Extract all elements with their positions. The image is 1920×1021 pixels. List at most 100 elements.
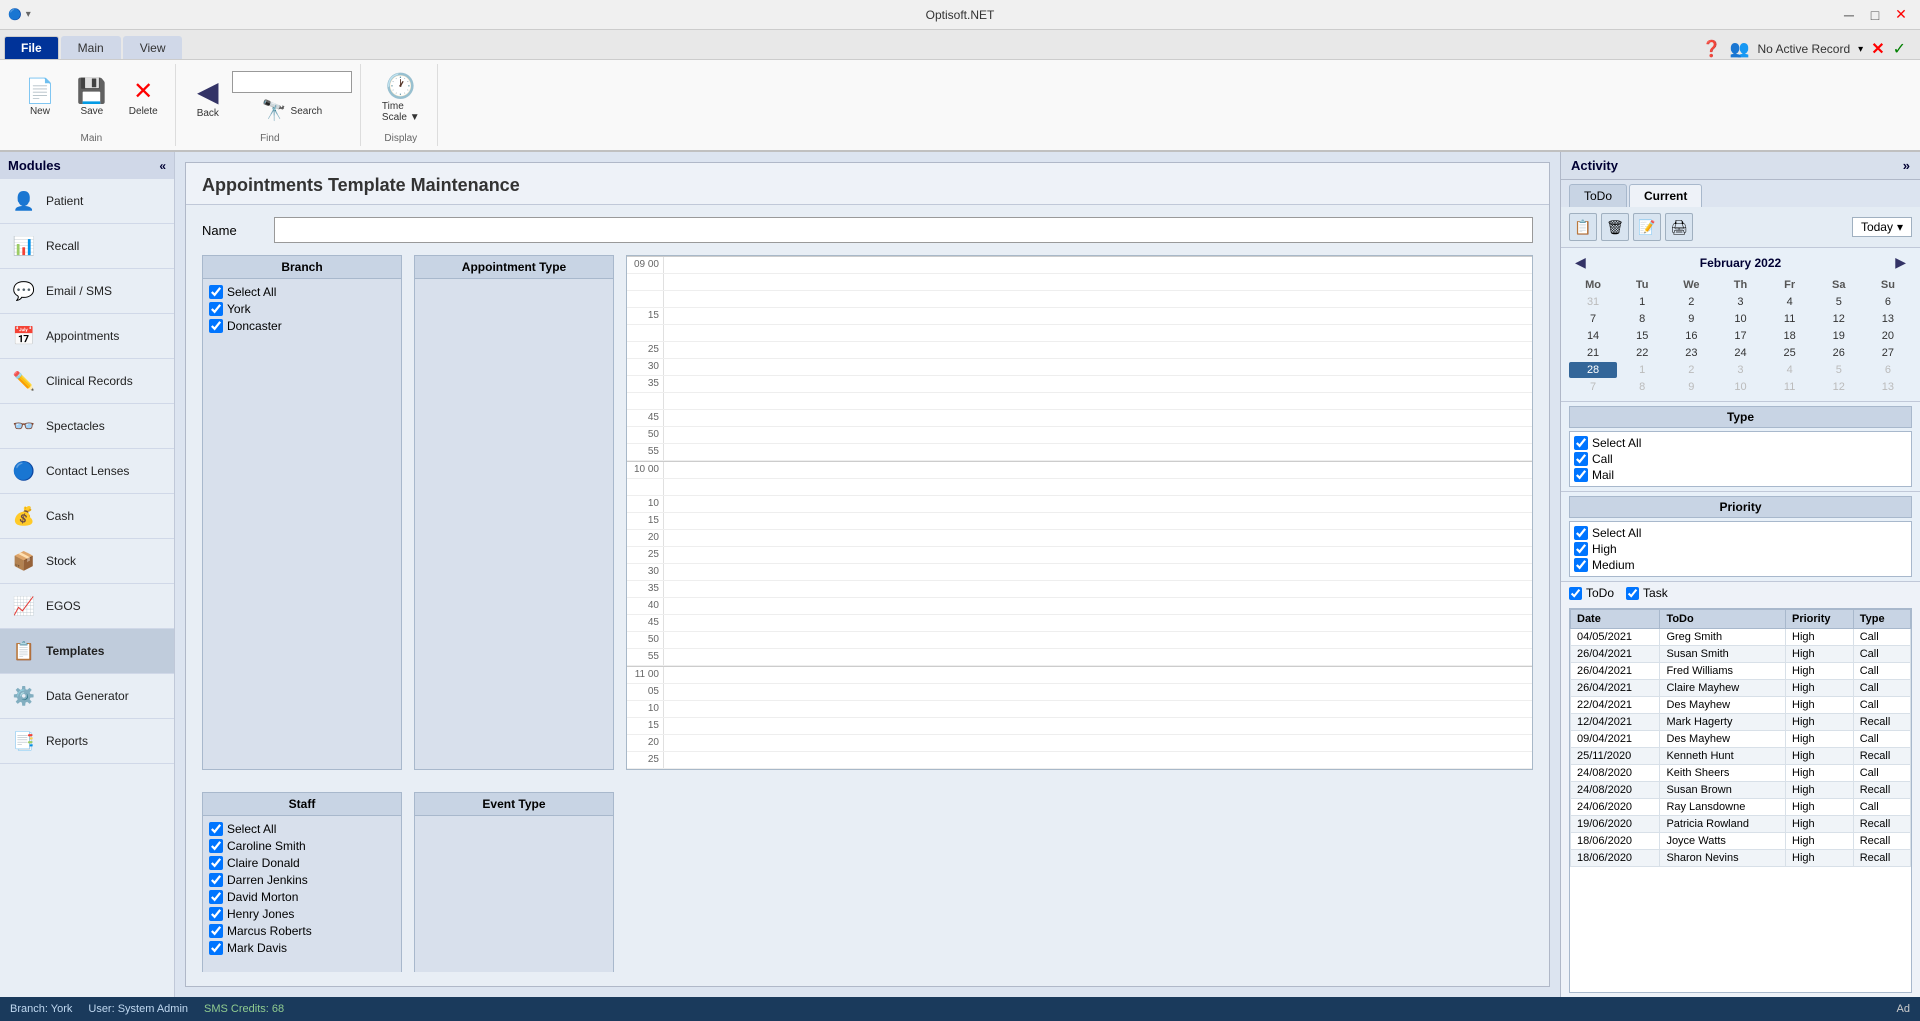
branch-doncaster-check[interactable] bbox=[209, 319, 223, 333]
sidebar-item-appointments[interactable]: 📅 Appointments bbox=[0, 314, 174, 359]
cal-day-18[interactable]: 18 bbox=[1766, 328, 1814, 344]
table-row[interactable]: 18/06/2020Joyce WattsHighRecall bbox=[1571, 833, 1911, 850]
type-call[interactable]: Call bbox=[1574, 452, 1907, 466]
type-select-all-check[interactable] bbox=[1574, 436, 1588, 450]
priority-select-all-check[interactable] bbox=[1574, 526, 1588, 540]
priority-medium-check[interactable] bbox=[1574, 558, 1588, 572]
cal-day-12[interactable]: 12 bbox=[1815, 311, 1863, 327]
table-row[interactable]: 18/06/2020Sharon NevinsHighRecall bbox=[1571, 850, 1911, 867]
activity-list-btn[interactable]: 📋 bbox=[1569, 213, 1597, 241]
tab-file[interactable]: File bbox=[4, 36, 59, 59]
cal-day-21[interactable]: 21 bbox=[1569, 345, 1617, 361]
sidebar-collapse-icon[interactable]: « bbox=[159, 159, 166, 173]
staff-select-all[interactable]: Select All bbox=[209, 822, 395, 836]
maximize-btn[interactable]: □ bbox=[1864, 4, 1886, 26]
sidebar-item-reports[interactable]: 📑 Reports bbox=[0, 719, 174, 764]
sidebar-item-recall[interactable]: 📊 Recall bbox=[0, 224, 174, 269]
cal-day-7[interactable]: 7 bbox=[1569, 311, 1617, 327]
table-row[interactable]: 24/06/2020Ray LansdowneHighCall bbox=[1571, 799, 1911, 816]
sidebar-item-spectacles[interactable]: 👓 Spectacles bbox=[0, 404, 174, 449]
cal-day-11-mar[interactable]: 11 bbox=[1766, 379, 1814, 395]
activity-expand-icon[interactable]: » bbox=[1903, 158, 1910, 173]
sidebar-item-data-generator[interactable]: ⚙️ Data Generator bbox=[0, 674, 174, 719]
cal-day-25[interactable]: 25 bbox=[1766, 345, 1814, 361]
cal-day-23[interactable]: 23 bbox=[1667, 345, 1715, 361]
cal-day-6-mar[interactable]: 6 bbox=[1864, 362, 1912, 378]
staff-select-all-check[interactable] bbox=[209, 822, 223, 836]
table-row[interactable]: 04/05/2021Greg SmithHighCall bbox=[1571, 629, 1911, 646]
activity-print-btn[interactable]: 🖨 bbox=[1665, 213, 1693, 241]
table-row[interactable]: 26/04/2021Susan SmithHighCall bbox=[1571, 646, 1911, 663]
task-check[interactable] bbox=[1626, 587, 1639, 600]
todo-check[interactable] bbox=[1569, 587, 1582, 600]
sidebar-item-cash[interactable]: 💰 Cash bbox=[0, 494, 174, 539]
back-button[interactable]: ◀ Back bbox=[188, 73, 228, 124]
time-col-905[interactable] bbox=[663, 274, 1532, 290]
cal-day-3[interactable]: 3 bbox=[1716, 294, 1764, 310]
save-button[interactable]: 💾 Save bbox=[68, 75, 116, 122]
cal-day-8[interactable]: 8 bbox=[1618, 311, 1666, 327]
staff-claire-donald[interactable]: Claire Donald bbox=[209, 856, 395, 870]
tab-view[interactable]: View bbox=[123, 36, 183, 59]
table-row[interactable]: 24/08/2020Keith SheersHighCall bbox=[1571, 765, 1911, 782]
sidebar-item-contact-lenses[interactable]: 🔵 Contact Lenses bbox=[0, 449, 174, 494]
cal-day-9[interactable]: 9 bbox=[1667, 311, 1715, 327]
type-mail-check[interactable] bbox=[1574, 468, 1588, 482]
cal-day-31-jan[interactable]: 31 bbox=[1569, 294, 1617, 310]
branch-select-all-check[interactable] bbox=[209, 285, 223, 299]
cal-day-7-mar[interactable]: 7 bbox=[1569, 379, 1617, 395]
table-row[interactable]: 19/06/2020Patricia RowlandHighRecall bbox=[1571, 816, 1911, 833]
cal-day-4-mar[interactable]: 4 bbox=[1766, 362, 1814, 378]
cal-day-15[interactable]: 15 bbox=[1618, 328, 1666, 344]
time-scale-button[interactable]: 🕐 TimeScale ▼ bbox=[373, 70, 429, 128]
cal-day-17[interactable]: 17 bbox=[1716, 328, 1764, 344]
today-dropdown[interactable]: Today ▾ bbox=[1852, 217, 1912, 237]
new-button[interactable]: 📄 New bbox=[16, 75, 64, 122]
cal-day-9-mar[interactable]: 9 bbox=[1667, 379, 1715, 395]
help-icon[interactable]: ❓ bbox=[1702, 39, 1722, 59]
cal-next-btn[interactable]: ▶ bbox=[1889, 254, 1912, 271]
cal-day-28[interactable]: 28 bbox=[1569, 362, 1617, 378]
cal-day-16[interactable]: 16 bbox=[1667, 328, 1715, 344]
branch-select-all[interactable]: Select All bbox=[209, 285, 395, 299]
cal-day-5-mar[interactable]: 5 bbox=[1815, 362, 1863, 378]
staff-david-morton[interactable]: David Morton bbox=[209, 890, 395, 904]
tab-main[interactable]: Main bbox=[61, 36, 121, 59]
active-record-dropdown[interactable]: ▾ bbox=[1858, 44, 1863, 55]
cal-day-8-mar[interactable]: 8 bbox=[1618, 379, 1666, 395]
cal-day-10-mar[interactable]: 10 bbox=[1716, 379, 1764, 395]
cal-day-4[interactable]: 4 bbox=[1766, 294, 1814, 310]
cal-day-14[interactable]: 14 bbox=[1569, 328, 1617, 344]
col-type[interactable]: Type bbox=[1853, 610, 1910, 629]
table-row[interactable]: 25/11/2020Kenneth HuntHighRecall bbox=[1571, 748, 1911, 765]
cal-day-1-mar[interactable]: 1 bbox=[1618, 362, 1666, 378]
priority-high-check[interactable] bbox=[1574, 542, 1588, 556]
task-checkbox-item[interactable]: Task bbox=[1626, 586, 1668, 600]
staff-david-check[interactable] bbox=[209, 890, 223, 904]
branch-york-check[interactable] bbox=[209, 302, 223, 316]
type-call-check[interactable] bbox=[1574, 452, 1588, 466]
table-row[interactable]: 26/04/2021Fred WilliamsHighCall bbox=[1571, 663, 1911, 680]
staff-mark-davis[interactable]: Mark Davis bbox=[209, 941, 395, 955]
priority-medium[interactable]: Medium bbox=[1574, 558, 1907, 572]
todo-checkbox-item[interactable]: ToDo bbox=[1569, 586, 1614, 600]
cal-day-6[interactable]: 6 bbox=[1864, 294, 1912, 310]
type-mail[interactable]: Mail bbox=[1574, 468, 1907, 482]
staff-mark-check[interactable] bbox=[209, 941, 223, 955]
cal-day-27[interactable]: 27 bbox=[1864, 345, 1912, 361]
cal-day-3-mar[interactable]: 3 bbox=[1716, 362, 1764, 378]
cal-day-10[interactable]: 10 bbox=[1716, 311, 1764, 327]
staff-henry-jones[interactable]: Henry Jones bbox=[209, 907, 395, 921]
staff-caroline-smith[interactable]: Caroline Smith bbox=[209, 839, 395, 853]
cal-day-20[interactable]: 20 bbox=[1864, 328, 1912, 344]
staff-claire-check[interactable] bbox=[209, 856, 223, 870]
sidebar-item-clinical-records[interactable]: ✏️ Clinical Records bbox=[0, 359, 174, 404]
close-btn[interactable]: ✕ bbox=[1890, 4, 1912, 26]
staff-caroline-check[interactable] bbox=[209, 839, 223, 853]
search-input[interactable] bbox=[232, 71, 352, 93]
cal-day-2-mar[interactable]: 2 bbox=[1667, 362, 1715, 378]
activity-add-btn[interactable]: 📝 bbox=[1633, 213, 1661, 241]
sidebar-item-email-sms[interactable]: 💬 Email / SMS bbox=[0, 269, 174, 314]
active-record-x[interactable]: ✕ bbox=[1871, 39, 1884, 59]
cal-day-2[interactable]: 2 bbox=[1667, 294, 1715, 310]
